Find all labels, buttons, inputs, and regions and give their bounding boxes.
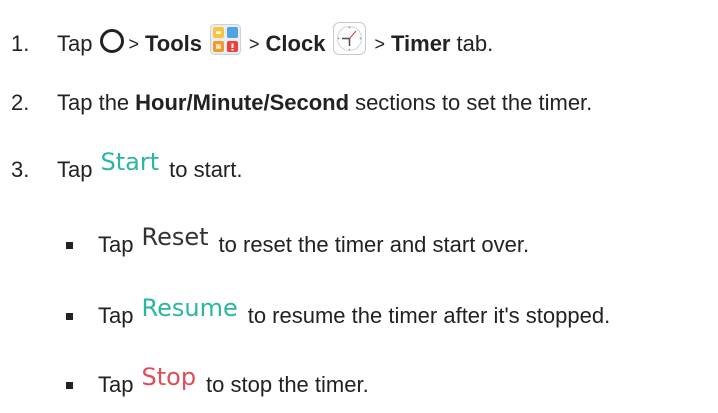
separator: >	[249, 33, 260, 54]
list-item-text: Tap	[98, 232, 134, 257]
list-item-text: to reset the timer and start over.	[218, 232, 530, 257]
timer-label: Timer	[390, 30, 451, 56]
clock-app-icon	[333, 22, 367, 55]
tools-folder-icon	[210, 24, 242, 55]
bullet-icon	[66, 381, 73, 389]
home-circle-icon	[100, 28, 125, 53]
step-text: Tap	[57, 30, 93, 56]
step-text: Tap	[57, 157, 93, 182]
reset-keyword: Reset	[141, 223, 209, 251]
bullet-icon	[66, 312, 73, 320]
list-item-reset: Tap Reset to reset the timer and start o…	[66, 223, 530, 260]
resume-keyword: Resume	[141, 294, 238, 322]
list-item-stop: Tap Stop to stop the timer.	[66, 363, 369, 400]
step-number: 1.	[11, 30, 30, 56]
step-3: 3. Tap Start to start.	[11, 148, 243, 185]
hour-minute-second-label: Hour/Minute/Second	[135, 90, 350, 115]
bullet-icon	[66, 241, 73, 249]
separator: >	[374, 33, 385, 54]
stop-keyword: Stop	[141, 363, 197, 391]
step-text: sections to set the timer.	[355, 90, 593, 115]
list-item-text: Tap	[98, 372, 134, 397]
step-text: to start.	[169, 157, 243, 182]
step-2: 2. Tap the Hour/Minute/Second sections t…	[11, 88, 592, 118]
list-item-text: to resume the timer after it's stopped.	[247, 303, 611, 328]
step-number: 2.	[11, 90, 30, 115]
list-item-resume: Tap Resume to resume the timer after it'…	[66, 294, 611, 331]
step-text: Tap the	[57, 90, 130, 115]
list-item-text: Tap	[98, 303, 134, 328]
step-number: 3.	[11, 157, 30, 182]
start-keyword: Start	[100, 148, 160, 176]
separator: >	[128, 33, 139, 54]
list-item-text: to stop the timer.	[206, 372, 369, 397]
tab-suffix: tab.	[456, 30, 494, 56]
clock-label: Clock	[265, 30, 326, 56]
step-1: 1. Tap > Tools > Clock > Timer tab.	[11, 22, 494, 60]
tools-label: Tools	[145, 30, 203, 56]
